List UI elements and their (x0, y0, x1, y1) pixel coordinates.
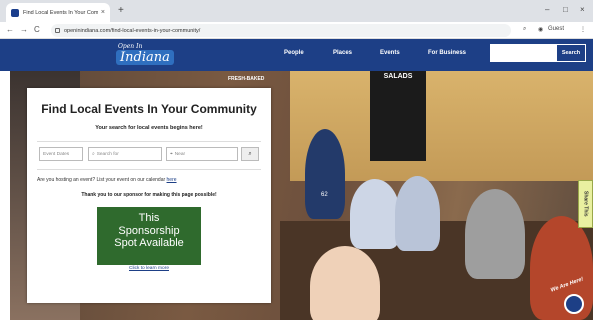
site-header: Open In Indiana People Places Events For… (0, 39, 593, 71)
tab-close-icon[interactable]: × (101, 9, 105, 16)
profile-label[interactable]: Guest (548, 26, 564, 32)
host-prompt: Are you hosting an event? List your even… (37, 177, 177, 183)
site-search-input[interactable] (490, 44, 556, 62)
sponsor-line1: This (138, 212, 160, 224)
location-icon: ⌖ (170, 152, 173, 157)
hero-jersey-number: 62 (321, 192, 328, 198)
divider (37, 141, 261, 142)
search-for-placeholder: Search for (96, 151, 119, 157)
hero-person-standing (305, 129, 345, 219)
lock-icon (55, 28, 60, 33)
hero-person-2 (350, 179, 400, 249)
nav-places[interactable]: Places (333, 50, 352, 56)
zoom-search-icon[interactable]: ⌕ (523, 26, 526, 33)
site-logo[interactable]: Open In Indiana (112, 43, 174, 67)
hero-person-5 (310, 246, 380, 320)
hero-person-3 (395, 176, 440, 251)
near-input[interactable]: ⌖ Near (166, 147, 238, 161)
divider (37, 169, 261, 170)
browser-tab[interactable]: Find Local Events In Your Commu × (6, 3, 110, 22)
learn-more-link[interactable]: Click to learn more (27, 266, 271, 271)
url-text: openinindiana.com/find-local-events-in-y… (64, 27, 201, 34)
forward-button[interactable]: → (20, 25, 28, 34)
host-here-link[interactable]: here (167, 177, 177, 183)
nav-for-business[interactable]: For Business (428, 50, 466, 56)
close-window-button[interactable]: × (580, 5, 585, 14)
reload-button[interactable]: C (34, 25, 40, 34)
event-dates-placeholder: Event Dates (43, 151, 70, 157)
nav-people[interactable]: People (284, 50, 304, 56)
hero-menu-sign: SALADS (370, 71, 426, 161)
browser-toolbar: ← → C openinindiana.com/find-local-event… (0, 22, 593, 39)
search-submit-button[interactable]: ⌕ (241, 147, 259, 161)
sponsor-line3: Spot Available (114, 237, 184, 249)
magnifier-icon: ⌕ (248, 150, 252, 157)
sponsor-thanks: Thank you to our sponsor for making this… (81, 192, 217, 198)
new-tab-button[interactable]: + (118, 5, 124, 16)
tab-title: Find Local Events In Your Commu (23, 9, 98, 16)
logo-line1: Open In (118, 43, 143, 50)
nav-events[interactable]: Events (380, 50, 400, 56)
hero-sign-text: SALADS (383, 73, 413, 80)
host-prompt-text: Are you hosting an event? List your even… (37, 177, 166, 183)
site-search-button[interactable]: Search (556, 44, 586, 62)
maximize-button[interactable]: □ (563, 5, 568, 14)
event-dates-input[interactable]: Event Dates (39, 147, 83, 161)
page-title: Find Local Events In Your Community (41, 102, 257, 116)
search-for-input[interactable]: ⌕ Search for (88, 147, 162, 161)
search-icon: ⌕ (92, 152, 95, 157)
address-bar[interactable]: openinindiana.com/find-local-events-in-y… (51, 24, 511, 37)
sponsorship-banner[interactable]: This Sponsorship Spot Available (97, 207, 201, 265)
site-favicon-icon (11, 8, 19, 17)
logo-line2: Indiana (116, 50, 174, 65)
hero-wall-text: FRESH-BAKED (228, 76, 265, 82)
share-tab[interactable]: Share This (578, 180, 593, 228)
minimize-button[interactable]: – (545, 5, 549, 14)
hero-person-4 (465, 189, 525, 279)
back-button[interactable]: ← (6, 25, 14, 34)
sponsor-line2: Sponsorship (118, 224, 180, 237)
chat-bubble-icon[interactable] (564, 294, 584, 314)
profile-icon[interactable]: ◉ (538, 26, 543, 33)
page-subtitle: Your search for local events begins here… (95, 125, 203, 131)
browser-tab-bar: Find Local Events In Your Commu × + – □ … (0, 0, 593, 22)
menu-icon[interactable]: ⋮ (580, 26, 586, 33)
event-search-card: Find Local Events In Your Community Your… (27, 88, 271, 303)
chat-widget[interactable]: We Are Here! (550, 276, 590, 316)
near-placeholder: Near (174, 151, 186, 157)
